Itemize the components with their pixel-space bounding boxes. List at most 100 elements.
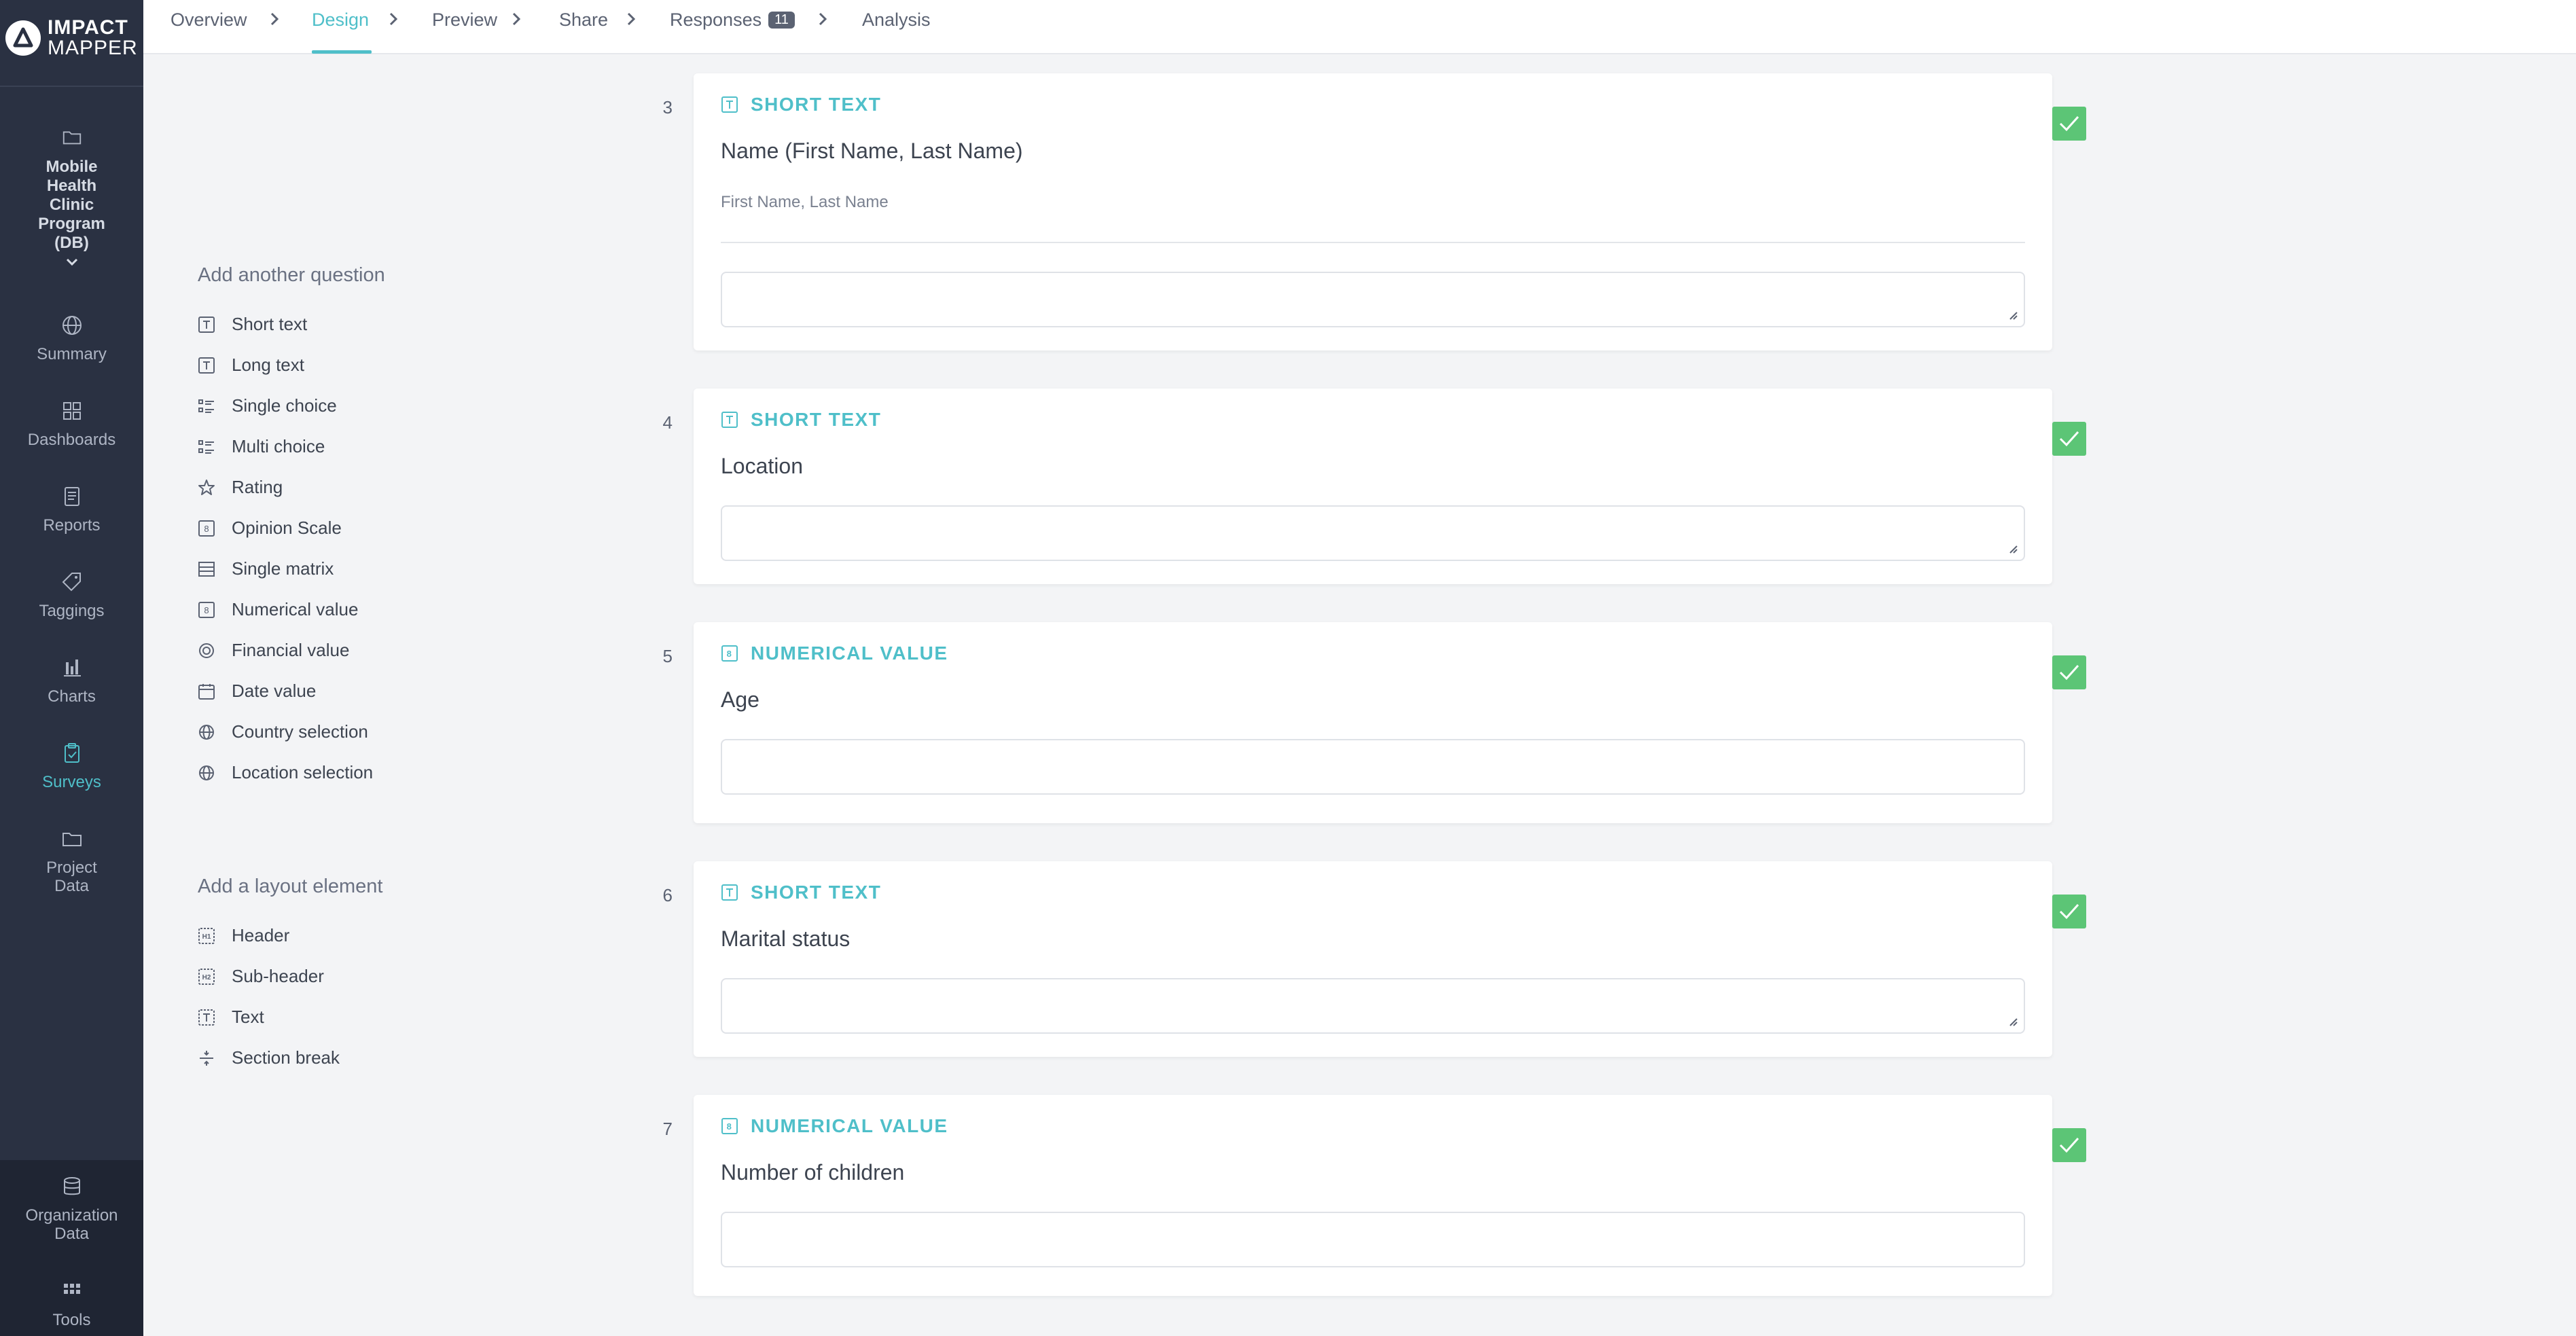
- add-rating[interactable]: Rating: [198, 477, 283, 498]
- svg-text:8: 8: [204, 605, 209, 615]
- add-layout-title: Add a layout element: [198, 875, 383, 897]
- add-short-text[interactable]: Short text: [198, 314, 307, 335]
- list-icon: [198, 399, 214, 413]
- question-number: 7: [662, 1119, 673, 1139]
- apps-icon: [63, 1284, 80, 1294]
- question-label[interactable]: Age: [721, 687, 759, 712]
- add-long-text[interactable]: Long text: [198, 355, 304, 376]
- add-section-break[interactable]: Section break: [198, 1047, 340, 1068]
- add-header[interactable]: H1 Header: [198, 925, 289, 946]
- add-location-selection[interactable]: Location selection: [198, 762, 373, 783]
- question-card[interactable]: 8 NUMERICAL VALUE Number of children: [694, 1095, 2052, 1296]
- logo-mark-icon: [5, 20, 41, 56]
- palette-item-label: Sub-header: [232, 966, 324, 986]
- question-number: 6: [662, 885, 673, 905]
- svg-text:8: 8: [727, 1121, 733, 1132]
- tab-design[interactable]: Design: [312, 10, 369, 31]
- resize-handle-icon[interactable]: [2007, 310, 2018, 321]
- sidebar-item-label: Project Data: [46, 859, 97, 895]
- palette-item-label: Opinion Scale: [232, 518, 342, 538]
- chevron-right-icon: [512, 12, 521, 26]
- question-card[interactable]: SHORT TEXT Location: [694, 389, 2052, 584]
- active-tab-underline: [312, 50, 372, 54]
- answer-textarea[interactable]: [721, 272, 2025, 327]
- bar-chart-icon: [63, 660, 81, 676]
- chevron-right-icon: [270, 12, 279, 26]
- question-card[interactable]: 8 NUMERICAL VALUE Age: [694, 622, 2052, 823]
- text-box-icon: [721, 884, 738, 901]
- question-label[interactable]: Marital status: [721, 926, 850, 952]
- tab-responses[interactable]: Responses 11: [670, 10, 795, 31]
- brand-logo[interactable]: IMPACT MAPPER: [0, 0, 143, 76]
- globe-icon: [62, 316, 82, 335]
- number-box-icon: 8: [198, 601, 215, 618]
- add-financial-value[interactable]: Financial value: [198, 640, 349, 661]
- tab-share[interactable]: Share: [559, 10, 608, 31]
- answer-textarea[interactable]: [721, 505, 2025, 561]
- add-multi-choice[interactable]: Multi choice: [198, 436, 325, 457]
- sidebar-item-project-data[interactable]: Project Data: [0, 827, 143, 895]
- tab-overview[interactable]: Overview: [171, 10, 247, 31]
- sidebar-item-organization-data[interactable]: Organization Data: [0, 1175, 143, 1243]
- palette-item-label: Header: [232, 925, 290, 945]
- text-box-icon: [721, 96, 738, 113]
- question-card[interactable]: SHORT TEXT Name (First Name, Last Name) …: [694, 73, 2052, 350]
- text-box-icon: [198, 1009, 215, 1026]
- palette-item-label: Numerical value: [232, 599, 359, 619]
- add-single-matrix[interactable]: Single matrix: [198, 558, 334, 579]
- report-icon: [64, 487, 79, 506]
- add-numerical-value[interactable]: 8 Numerical value: [198, 599, 358, 620]
- tab-preview[interactable]: Preview: [432, 10, 497, 31]
- add-text[interactable]: Text: [198, 1007, 264, 1028]
- chevron-right-icon: [627, 12, 636, 26]
- question-checkbox[interactable]: [2052, 895, 2086, 928]
- check-icon: [2059, 1137, 2079, 1153]
- sidebar-item-surveys[interactable]: Surveys: [0, 742, 143, 791]
- question-label[interactable]: Name (First Name, Last Name): [721, 139, 1023, 164]
- question-label[interactable]: Number of children: [721, 1160, 904, 1185]
- sidebar-bottom: Organization Data Tools: [0, 1160, 143, 1336]
- sidebar-item-taggings[interactable]: Taggings: [0, 571, 143, 620]
- sidebar-item-charts[interactable]: Charts: [0, 656, 143, 706]
- placeholder-underline: [721, 242, 2025, 243]
- question-checkbox[interactable]: [2052, 107, 2086, 141]
- palette-item-label: Text: [232, 1007, 264, 1027]
- sidebar-divider: [0, 86, 143, 87]
- globe-icon: [199, 765, 214, 780]
- add-opinion-scale[interactable]: 8 Opinion Scale: [198, 518, 342, 539]
- question-placeholder[interactable]: First Name, Last Name: [721, 193, 889, 212]
- palette-item-label: Financial value: [232, 640, 350, 660]
- answer-input[interactable]: [721, 739, 2025, 795]
- question-checkbox[interactable]: [2052, 1128, 2086, 1162]
- tag-icon: [62, 573, 81, 592]
- list-icon: [198, 439, 214, 454]
- question-type: 8 NUMERICAL VALUE: [721, 1115, 948, 1137]
- answer-input[interactable]: [721, 1212, 2025, 1267]
- add-country-selection[interactable]: Country selection: [198, 721, 368, 742]
- question-type: SHORT TEXT: [721, 94, 881, 115]
- check-icon: [2059, 115, 2079, 132]
- add-single-choice[interactable]: Single choice: [198, 395, 337, 416]
- question-number: 4: [662, 412, 673, 433]
- answer-textarea[interactable]: [721, 978, 2025, 1034]
- question-label[interactable]: Location: [721, 454, 803, 479]
- resize-handle-icon[interactable]: [2007, 543, 2018, 554]
- project-selector[interactable]: Mobile Health Clinic Program (DB): [0, 126, 143, 272]
- question-type: SHORT TEXT: [721, 882, 881, 903]
- sidebar-item-reports[interactable]: Reports: [0, 485, 143, 535]
- resize-handle-icon[interactable]: [2007, 1016, 2018, 1027]
- section-break-icon: [200, 1050, 213, 1066]
- tab-analysis[interactable]: Analysis: [862, 10, 931, 31]
- question-checkbox[interactable]: [2052, 422, 2086, 456]
- sidebar-item-tools[interactable]: Tools: [0, 1280, 143, 1329]
- globe-icon: [199, 724, 214, 740]
- star-icon: [198, 479, 215, 495]
- add-date-value[interactable]: Date value: [198, 681, 316, 702]
- sidebar-item-summary[interactable]: Summary: [0, 314, 143, 363]
- add-sub-header[interactable]: H2 Sub-header: [198, 966, 324, 987]
- sidebar-item-label: Charts: [48, 687, 96, 706]
- question-checkbox[interactable]: [2052, 655, 2086, 689]
- question-card[interactable]: SHORT TEXT Marital status: [694, 861, 2052, 1057]
- sidebar-item-dashboards[interactable]: Dashboards: [0, 399, 143, 449]
- check-icon: [2059, 664, 2079, 681]
